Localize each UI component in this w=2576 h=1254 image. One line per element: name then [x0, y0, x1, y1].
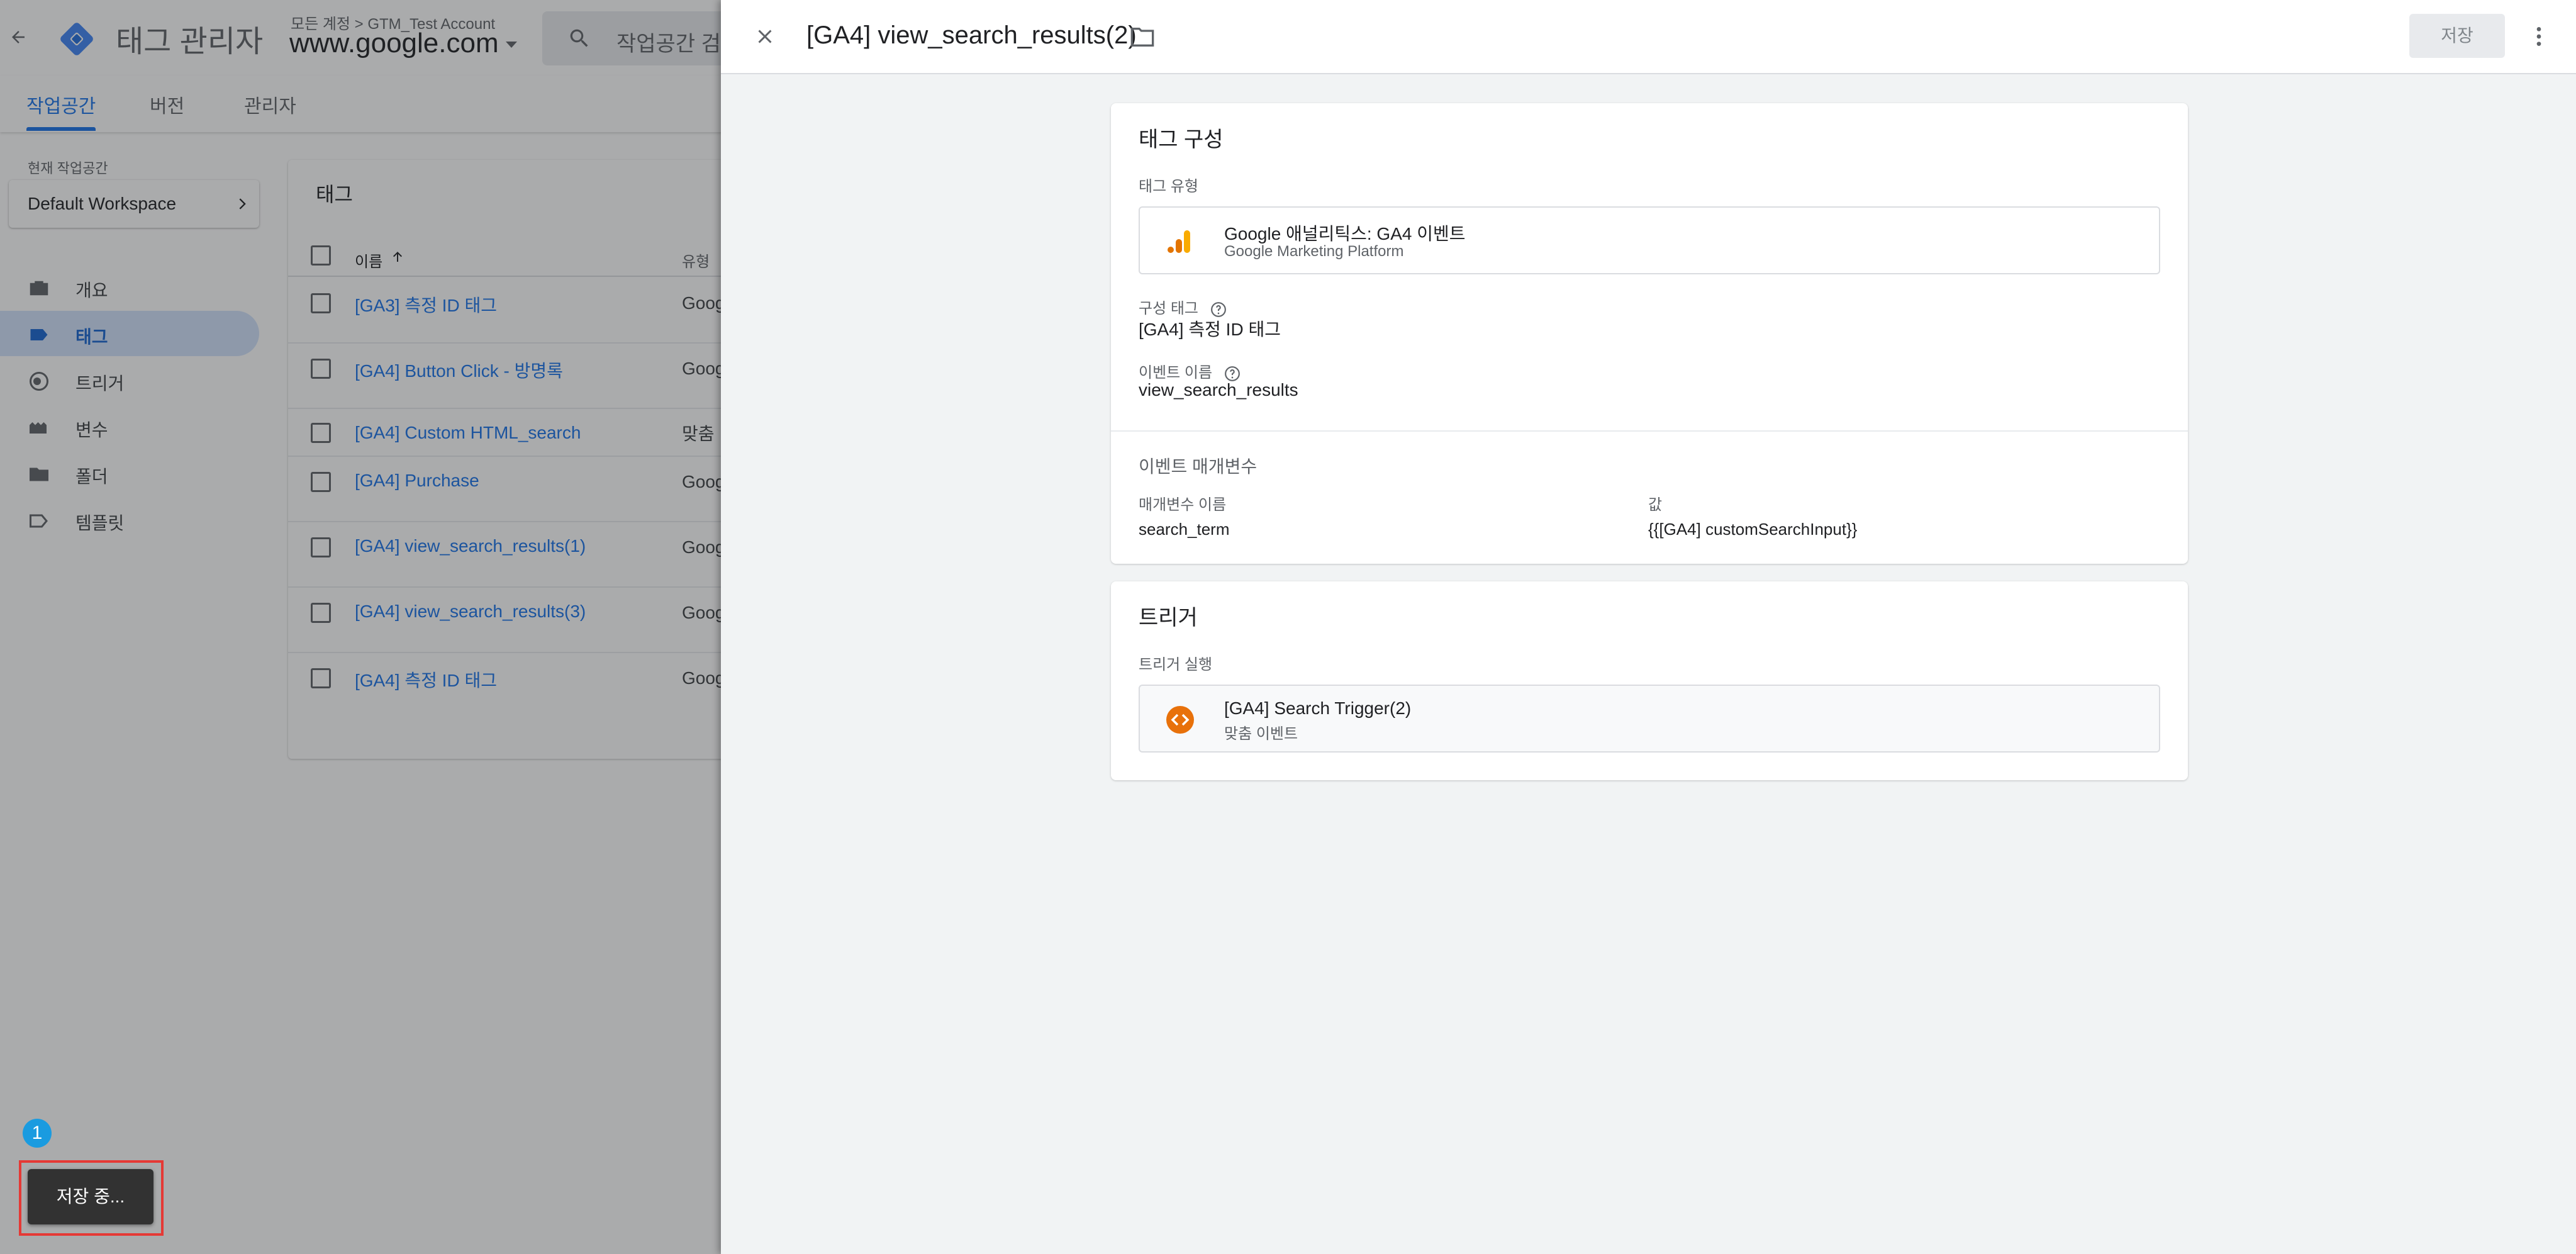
config-tag-label: 구성 태그: [1139, 300, 1198, 317]
tag-type-name: Google 애널리틱스: GA4 이벤트: [1224, 224, 1466, 244]
tag-name-title[interactable]: [GA4] view_search_results(2): [806, 21, 1137, 50]
folder-icon[interactable]: [1130, 26, 1155, 48]
help-icon[interactable]: [1210, 301, 1227, 318]
google-analytics-icon: [1168, 230, 1190, 253]
param-value: {{[GA4] customSearchInput}}: [1648, 520, 1858, 539]
tag-configuration-card[interactable]: 태그 구성 태그 유형 Google 애널리틱스: GA4 이벤트 Google…: [1111, 103, 2188, 564]
panel-header: [GA4] view_search_results(2) 저장: [721, 0, 2576, 74]
config-tag-label-row: 구성 태그: [1139, 296, 1227, 318]
triggering-card[interactable]: 트리거 트리거 실행 [GA4] Search Trigger(2) 맞춤 이벤…: [1111, 581, 2188, 780]
event-name-label: 이벤트 이름: [1139, 364, 1213, 381]
event-params-title: 이벤트 매개변수: [1139, 457, 1257, 476]
save-button[interactable]: 저장: [2409, 14, 2505, 58]
config-tag-value: [GA4] 측정 ID 태그: [1139, 320, 1281, 339]
card-title: 태그 구성: [1139, 128, 1224, 152]
tag-editor-panel: [GA4] view_search_results(2) 저장 태그 구성 태그…: [721, 0, 2576, 1254]
section-divider: [1111, 430, 2188, 432]
help-icon[interactable]: [1224, 366, 1241, 382]
modal-scrim[interactable]: [0, 0, 721, 1254]
trigger-type: 맞춤 이벤트: [1224, 725, 1298, 742]
event-name-value: view_search_results: [1139, 380, 1298, 400]
card-title: 트리거: [1139, 606, 1198, 630]
close-icon[interactable]: [754, 25, 776, 48]
trigger-name: [GA4] Search Trigger(2): [1224, 698, 1412, 718]
tag-type-selector[interactable]: Google 애널리틱스: GA4 이벤트 Google Marketing P…: [1139, 206, 2160, 274]
param-name-header: 매개변수 이름: [1139, 496, 1227, 513]
tag-type-vendor: Google Marketing Platform: [1224, 243, 1404, 260]
firing-triggers-label: 트리거 실행: [1139, 656, 1213, 673]
saving-snackbar: 저장 중...: [28, 1169, 153, 1224]
tag-type-label: 태그 유형: [1139, 178, 1198, 195]
trigger-item[interactable]: [GA4] Search Trigger(2) 맞춤 이벤트: [1139, 685, 2160, 753]
param-value-header: 값: [1648, 496, 1663, 513]
step-badge: 1: [23, 1119, 52, 1148]
event-name-label-row: 이벤트 이름: [1139, 360, 1241, 382]
custom-event-icon: [1166, 706, 1194, 734]
more-vert-icon[interactable]: [2526, 23, 2551, 50]
param-name: search_term: [1139, 520, 1230, 539]
